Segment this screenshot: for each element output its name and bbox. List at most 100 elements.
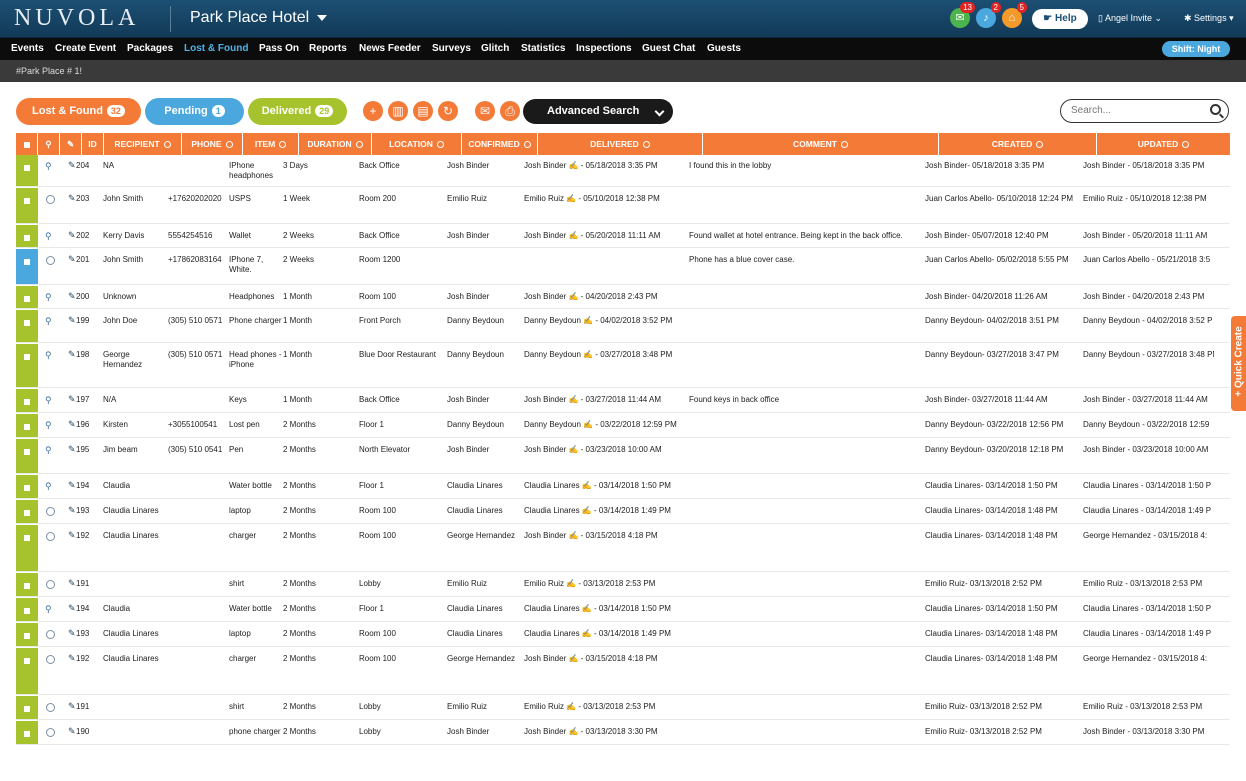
add-attachment-icon[interactable] xyxy=(46,655,55,664)
column-recipient[interactable]: RECIPIENT xyxy=(104,133,182,155)
select-all-checkbox[interactable] xyxy=(16,133,38,155)
column-created[interactable]: CREATED xyxy=(939,133,1097,155)
column-updated[interactable]: UPDATED xyxy=(1097,133,1230,155)
table-row[interactable]: ⚲ ✎ 199 John Doe (305) 510 0571 Phone charger… xyxy=(16,310,1230,343)
row-select-checkbox[interactable] xyxy=(16,389,38,412)
print-button[interactable]: ⎙ xyxy=(500,101,520,121)
edit-icon[interactable]: ✎ xyxy=(68,653,76,664)
row-select-checkbox[interactable] xyxy=(16,623,38,646)
column-item[interactable]: ITEM xyxy=(243,133,299,155)
row-select-checkbox[interactable] xyxy=(16,249,38,284)
shift-badge[interactable]: Shift: Night xyxy=(1162,41,1230,57)
attachment-column-header[interactable]: ⚲ xyxy=(38,133,60,155)
edit-icon[interactable]: ✎ xyxy=(68,291,76,302)
edit-icon[interactable]: ✎ xyxy=(68,444,76,455)
add-attachment-icon[interactable] xyxy=(46,532,55,541)
add-button[interactable]: + xyxy=(363,101,383,121)
column-delivered[interactable]: DELIVERED xyxy=(538,133,703,155)
paperclip-icon[interactable]: ⚲ xyxy=(45,231,52,242)
app-logo[interactable]: NUVOLA xyxy=(14,5,139,32)
advanced-search-button[interactable]: Advanced Search xyxy=(523,99,673,124)
row-select-checkbox[interactable] xyxy=(16,310,38,342)
row-select-checkbox[interactable] xyxy=(16,155,38,186)
edit-icon[interactable]: ✎ xyxy=(68,480,76,491)
table-row[interactable]: ✎ 192 Claudia Linares charger 2 Months Room 1… xyxy=(16,648,1230,695)
edit-icon[interactable]: ✎ xyxy=(68,254,76,265)
edit-icon[interactable]: ✎ xyxy=(68,349,76,360)
edit-icon[interactable]: ✎ xyxy=(68,230,76,241)
edit-icon[interactable]: ✎ xyxy=(68,505,76,516)
settings-menu[interactable]: ✱ Settings ▾ xyxy=(1184,13,1234,24)
delete-button[interactable]: ▥ xyxy=(388,101,408,121)
hotel-selector[interactable]: Park Place Hotel xyxy=(190,9,328,27)
nav-create-event[interactable]: Create Event xyxy=(55,43,116,54)
user-menu[interactable]: ▯ Angel Invite ⌄ xyxy=(1098,13,1162,24)
paperclip-icon[interactable]: ⚲ xyxy=(45,604,52,615)
edit-column-header[interactable]: ✎ xyxy=(60,133,82,155)
row-select-checkbox[interactable] xyxy=(16,525,38,571)
add-attachment-icon[interactable] xyxy=(46,256,55,265)
edit-icon[interactable]: ✎ xyxy=(68,419,76,430)
search-icon[interactable] xyxy=(1210,104,1221,115)
edit-icon[interactable]: ✎ xyxy=(68,628,76,639)
row-select-checkbox[interactable] xyxy=(16,721,38,744)
table-row[interactable]: ✎ 193 Claudia Linares laptop 2 Months Room 10… xyxy=(16,623,1230,647)
add-attachment-icon[interactable] xyxy=(46,703,55,712)
row-select-checkbox[interactable] xyxy=(16,414,38,437)
table-row[interactable]: ✎ 190 phone charger 2 Months Lobby Josh Binde… xyxy=(16,721,1230,745)
column-confirmed[interactable]: CONFIRMED xyxy=(462,133,538,155)
nav-inspections[interactable]: Inspections xyxy=(576,43,632,54)
table-row[interactable]: ✎ 201 John Smith +17862083164 IPhone 7, Whit… xyxy=(16,249,1230,285)
table-row[interactable]: ⚲ ✎ 194 Claudia Water bottle 2 Months Floor 1 C… xyxy=(16,475,1230,499)
table-row[interactable]: ⚲ ✎ 204 NA IPhone headphones 3 Days Back Offic… xyxy=(16,155,1230,187)
nav-statistics[interactable]: Statistics xyxy=(521,43,565,54)
column-duration[interactable]: DURATION xyxy=(299,133,372,155)
home-notification-button[interactable]: ⌂ 5 xyxy=(1002,2,1027,28)
table-row[interactable]: ✎ 203 John Smith +17620202020 USPS 1 Week Room… xyxy=(16,188,1230,224)
paperclip-icon[interactable]: ⚲ xyxy=(45,161,52,172)
edit-icon[interactable]: ✎ xyxy=(68,193,76,204)
refresh-button[interactable]: ↻ xyxy=(438,101,458,121)
row-select-checkbox[interactable] xyxy=(16,648,38,694)
column-id[interactable]: ID xyxy=(82,133,104,155)
paperclip-icon[interactable]: ⚲ xyxy=(45,316,52,327)
column-location[interactable]: LOCATION xyxy=(372,133,462,155)
row-select-checkbox[interactable] xyxy=(16,188,38,223)
add-attachment-icon[interactable] xyxy=(46,630,55,639)
nav-packages[interactable]: Packages xyxy=(127,43,173,54)
nav-glitch[interactable]: Glitch xyxy=(481,43,509,54)
row-select-checkbox[interactable] xyxy=(16,439,38,473)
tab-delivered[interactable]: Delivered 29 xyxy=(248,98,347,125)
table-row[interactable]: ✎ 191 shirt 2 Months Lobby Emilio Ruiz Emilio … xyxy=(16,573,1230,597)
paperclip-icon[interactable]: ⚲ xyxy=(45,350,52,361)
edit-icon[interactable]: ✎ xyxy=(68,315,76,326)
nav-guests[interactable]: Guests xyxy=(707,43,741,54)
table-row[interactable]: ⚲ ✎ 197 N/A Keys 1 Month Back Office Josh Binde… xyxy=(16,389,1230,413)
edit-icon[interactable]: ✎ xyxy=(68,530,76,541)
chat-notification-button[interactable]: ✉ 13 xyxy=(950,2,975,28)
row-select-checkbox[interactable] xyxy=(16,475,38,498)
table-row[interactable]: ✎ 193 Claudia Linares laptop 2 Months Room 10… xyxy=(16,500,1230,524)
edit-icon[interactable]: ✎ xyxy=(68,726,76,737)
add-attachment-icon[interactable] xyxy=(46,507,55,516)
nav-events[interactable]: Events xyxy=(11,43,44,54)
paperclip-icon[interactable]: ⚲ xyxy=(45,481,52,492)
add-attachment-icon[interactable] xyxy=(46,728,55,737)
table-row[interactable]: ⚲ ✎ 196 Kirsten +3055100541 Lost pen 2 Months F… xyxy=(16,414,1230,438)
export-button[interactable]: ▤ xyxy=(413,101,433,121)
column-phone[interactable]: PHONE xyxy=(182,133,243,155)
table-row[interactable]: ⚲ ✎ 198 George Hernandez (305) 510 0571 Head … xyxy=(16,344,1230,388)
row-select-checkbox[interactable] xyxy=(16,500,38,523)
add-attachment-icon[interactable] xyxy=(46,195,55,204)
row-select-checkbox[interactable] xyxy=(16,573,38,596)
nav-news-feeder[interactable]: News Feeder xyxy=(359,43,421,54)
help-button[interactable]: ☛ Help xyxy=(1032,9,1088,29)
nav-surveys[interactable]: Surveys xyxy=(432,43,471,54)
nav-guest-chat[interactable]: Guest Chat xyxy=(642,43,695,54)
column-comment[interactable]: COMMENT xyxy=(703,133,939,155)
table-row[interactable]: ✎ 192 Claudia Linares charger 2 Months Room 1… xyxy=(16,525,1230,572)
paperclip-icon[interactable]: ⚲ xyxy=(45,445,52,456)
quick-create-tab[interactable]: + Quick Create xyxy=(1231,316,1246,411)
row-select-checkbox[interactable] xyxy=(16,344,38,387)
nav-reports[interactable]: Reports xyxy=(309,43,347,54)
